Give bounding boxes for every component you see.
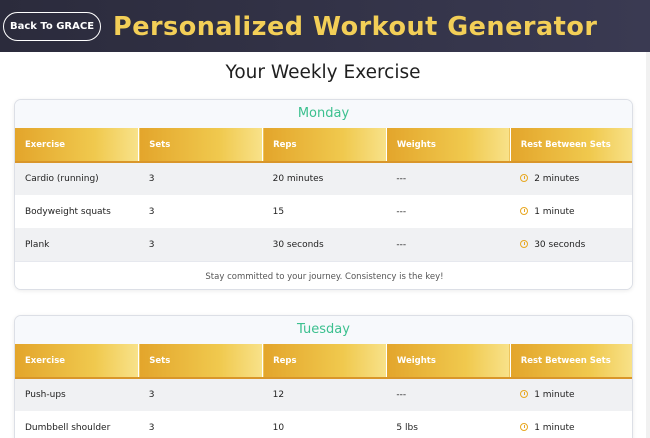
rest-value: 30 seconds xyxy=(534,239,586,250)
rest-value: 1 minute xyxy=(534,390,575,400)
column-header-sets: Sets xyxy=(138,128,264,163)
cell-sets: 3 xyxy=(138,228,263,261)
exercise-table: Exercise Sets Reps Weights Rest Between … xyxy=(15,344,632,438)
day-card-monday: Monday Exercise Sets Reps Weights Rest B… xyxy=(14,99,633,290)
cell-sets: 3 xyxy=(138,195,263,228)
column-header-weights: Weights xyxy=(386,128,511,163)
column-header-reps: Reps xyxy=(262,128,387,163)
table-header-row: Exercise Sets Reps Weights Rest Between … xyxy=(15,128,632,163)
column-header-reps: Reps xyxy=(262,344,387,379)
table-row: Plank 3 30 seconds --- 30 seconds xyxy=(15,228,632,261)
cell-weights: --- xyxy=(386,195,511,228)
cell-sets: 3 xyxy=(138,378,263,411)
table-row: Bodyweight squats 3 15 --- 1 minute xyxy=(15,195,632,228)
clock-icon xyxy=(520,174,529,182)
column-header-rest: Rest Between Sets xyxy=(510,344,632,379)
motivation-message: Stay committed to your journey. Consiste… xyxy=(15,261,632,289)
cell-reps: 15 xyxy=(262,195,387,228)
column-header-rest: Rest Between Sets xyxy=(510,128,632,163)
cell-rest: 1 minute xyxy=(510,378,632,411)
cell-reps: 30 seconds xyxy=(262,228,387,261)
day-title: Tuesday xyxy=(15,316,632,344)
cell-weights: --- xyxy=(386,228,511,261)
rest-value: 1 minute xyxy=(534,206,575,217)
table-row: Dumbbell shoulder 3 10 5 lbs 1 minute xyxy=(15,411,632,438)
cell-rest: 2 minutes xyxy=(510,162,632,195)
cell-sets: 3 xyxy=(138,411,263,438)
table-row: Cardio (running) 3 20 minutes --- 2 minu… xyxy=(15,162,632,195)
cell-reps: 10 xyxy=(262,411,387,438)
day-card-tuesday: Tuesday Exercise Sets Reps Weights Rest … xyxy=(14,315,633,438)
column-header-sets: Sets xyxy=(138,344,264,379)
column-header-exercise: Exercise xyxy=(15,128,140,163)
cell-reps: 12 xyxy=(262,378,387,411)
table-header-row: Exercise Sets Reps Weights Rest Between … xyxy=(15,344,632,379)
cell-exercise: Cardio (running) xyxy=(15,162,139,195)
day-title: Monday xyxy=(15,100,632,128)
column-header-weights: Weights xyxy=(386,344,511,379)
exercise-table: Exercise Sets Reps Weights Rest Between … xyxy=(15,128,632,261)
app-title: Personalized Workout Generator xyxy=(113,12,598,42)
top-bar: Back To GRACE Personalized Workout Gener… xyxy=(0,0,650,52)
clock-icon xyxy=(520,422,529,431)
cell-rest: 1 minute xyxy=(510,411,632,438)
rest-value: 1 minute xyxy=(534,422,575,433)
table-row: Push-ups 3 12 --- 1 minute xyxy=(15,378,632,411)
cell-exercise: Bodyweight squats xyxy=(15,195,139,228)
cell-weights: 5 lbs xyxy=(386,411,511,438)
rest-value: 2 minutes xyxy=(534,174,580,184)
cell-exercise: Push-ups xyxy=(15,378,139,411)
back-button[interactable]: Back To GRACE xyxy=(3,12,101,41)
cell-rest: 1 minute xyxy=(510,195,632,228)
column-header-exercise: Exercise xyxy=(15,344,140,379)
page-scrollbar[interactable] xyxy=(646,52,650,438)
clock-icon xyxy=(520,206,529,215)
cell-weights: --- xyxy=(386,162,511,195)
clock-icon xyxy=(520,390,529,398)
cell-exercise: Dumbbell shoulder xyxy=(15,411,139,438)
cell-rest: 30 seconds xyxy=(510,228,632,261)
cell-reps: 20 minutes xyxy=(262,162,387,195)
clock-icon xyxy=(520,239,529,248)
cell-exercise: Plank xyxy=(15,228,139,261)
cell-sets: 3 xyxy=(138,162,263,195)
page-title: Your Weekly Exercise xyxy=(225,62,421,83)
cell-weights: --- xyxy=(386,378,511,411)
